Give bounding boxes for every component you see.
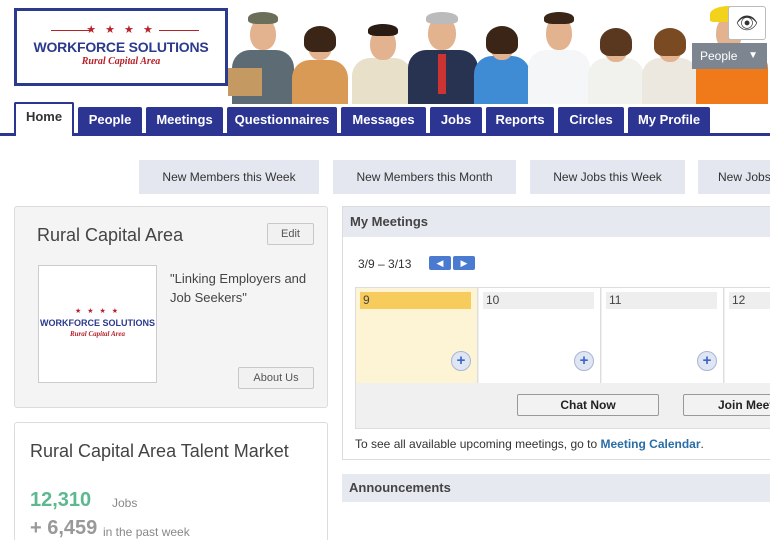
new-members-week-button[interactable]: New Members this Week [139,160,319,194]
calendar-day[interactable]: 9 + [356,288,478,383]
meetings-note-suffix: . [700,437,704,451]
people-dropdown-label: People [700,49,738,63]
my-meetings-header: My Meetings [343,207,770,237]
add-meeting-icon[interactable]: + [697,351,717,371]
organization-tagline: "Linking Employers and Job Seekers" [170,271,307,305]
weekly-jobs-count: + 6,459 [30,517,98,539]
chevron-down-icon: ▼ [748,50,758,61]
organization-logo: ★ ★ ★ ★ WORKFORCE SOLUTIONS Rural Capita… [38,265,157,383]
organization-name: Rural Capital Area [37,225,184,245]
logo-title: WORKFORCE SOLUTIONS [33,39,209,55]
new-jobs-button[interactable]: New Jobs [698,160,770,194]
jobs-count: 12,310 [30,489,92,511]
tab-jobs[interactable]: Jobs [430,107,482,134]
chat-now-button[interactable]: Chat Now [517,394,659,416]
calendar-day[interactable]: 12 [725,288,770,383]
worker-figure [228,0,298,104]
tab-circles[interactable]: Circles [558,107,624,134]
day-label: 11 [606,292,717,309]
meetings-note: To see all available upcoming meetings, … [355,437,704,451]
edit-button[interactable]: Edit [267,223,314,245]
my-meetings-panel: My Meetings 3/9 – 3/13 ◀ ▶ 9 + 10 + 11 +… [342,206,770,460]
talent-market-title: Rural Capital Area Talent Market [30,441,289,461]
logo-subtitle: Rural Capital Area [70,330,125,338]
join-meeting-button[interactable]: Join Meeting [683,394,770,416]
prev-week-icon[interactable]: ◀ [429,256,451,270]
meetings-note-text: To see all available upcoming meetings, … [355,437,601,451]
tab-questionnaires[interactable]: Questionnaires [227,107,337,134]
day-label: 10 [483,292,594,309]
weekly-jobs-label: in the past week [103,525,190,539]
tab-messages[interactable]: Messages [341,107,426,134]
main-nav: Home People Meetings Questionnaires Mess… [0,102,770,136]
about-us-button[interactable]: About Us [238,367,314,389]
meeting-calendar-link[interactable]: Meeting Calendar [600,437,700,451]
next-week-icon[interactable]: ▶ [453,256,475,270]
new-jobs-week-button[interactable]: New Jobs this Week [530,160,685,194]
organization-panel: Rural Capital Area Edit ★ ★ ★ ★ WORKFORC… [14,206,328,408]
day-label: 9 [360,292,471,309]
workforce-solutions-logo[interactable]: ★ ★ ★ ★ WORKFORCE SOLUTIONS Rural Capita… [14,8,228,86]
header-banner: ★ ★ ★ ★ WORKFORCE SOLUTIONS Rural Capita… [0,0,770,104]
people-view-dropdown[interactable]: People ▼ [692,43,767,69]
talent-market-panel: Rural Capital Area Talent Market 12,310 … [14,422,328,540]
worker-figure [290,0,350,104]
date-range: 3/9 – 3/13 [358,257,412,271]
new-members-month-button[interactable]: New Members this Month [333,160,516,194]
tab-home[interactable]: Home [14,102,74,136]
tab-my-profile[interactable]: My Profile [628,107,710,134]
logo-subtitle: Rural Capital Area [81,56,161,67]
tab-meetings[interactable]: Meetings [146,107,223,134]
jobs-label: Jobs [112,496,138,510]
calendar-day[interactable]: 10 + [479,288,601,383]
logo-title: WORKFORCE SOLUTIONS [40,318,155,328]
logo-stars: ★ ★ ★ ★ [75,308,120,315]
day-label: 12 [729,292,770,309]
tab-reports[interactable]: Reports [486,107,554,134]
announcements-header: Announcements [342,474,770,502]
add-meeting-icon[interactable]: + [451,351,471,371]
calendar-day[interactable]: 11 + [602,288,724,383]
eye-icon[interactable]: 👁 [728,6,766,40]
tab-people[interactable]: People [78,107,142,134]
logo-divider-right [159,30,199,31]
add-meeting-icon[interactable]: + [574,351,594,371]
workers-banner-image [228,0,770,104]
